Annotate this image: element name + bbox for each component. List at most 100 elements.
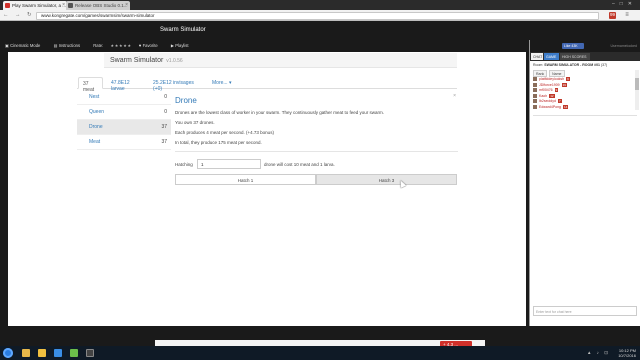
unit-detail-panel: Drone × Drones are the lowest class of w… xyxy=(175,92,458,187)
cinematic-mode-button[interactable]: ▣ Cinematic Mode xyxy=(5,43,46,48)
extension-icon[interactable]: 99 xyxy=(609,12,616,19)
browser-tab-bar: Play Swarm Simulator, a ... × Release OB… xyxy=(0,0,640,10)
unit-name: Drone xyxy=(89,124,103,130)
rating-stars-icon[interactable]: ★★★★★ xyxy=(110,43,131,48)
tab-more[interactable]: More... ▾ xyxy=(208,77,236,89)
browser-tab-label: Play Swarm Simulator, a ... xyxy=(12,2,67,8)
rate-label: Rate: xyxy=(93,43,104,48)
sort-name-button[interactable]: Name xyxy=(549,70,565,77)
browser-menu-icon[interactable]: ≡ xyxy=(622,12,632,19)
game-frame: Swarm Simulator v1.0.56 37 meat 47.8E12 l… xyxy=(8,52,526,326)
level-badge: 9 xyxy=(566,77,570,81)
user-row[interactable]: Edward4Pong 14 xyxy=(533,104,633,111)
instructions-button[interactable]: ▤ Instructions xyxy=(54,43,87,48)
unit-row-nest[interactable]: Nest 0 xyxy=(77,90,171,105)
avatar xyxy=(533,77,537,82)
hatch-cost: drone will cost 10 meat and 1 larva. xyxy=(264,161,335,167)
chrome-taskbar-icon[interactable] xyxy=(22,349,30,357)
unit-row-meat[interactable]: Meat 37 xyxy=(77,135,171,150)
clock-date: 10/7/2016 xyxy=(618,353,636,358)
browser-tab-inactive[interactable]: Release OBS Studio 0.1... × xyxy=(66,1,130,10)
chat-panel: Like 43K Usernamelooked CHAT GAME HIGH S… xyxy=(529,40,640,326)
tab-close-icon[interactable]: × xyxy=(62,2,65,8)
level-badge: 9 xyxy=(554,88,559,92)
sort-rank-button[interactable]: Rank xyxy=(533,70,548,77)
tab-high-scores[interactable]: HIGH SCORES xyxy=(560,53,590,60)
game-name: Swarm Simulator v1.0.56 xyxy=(110,57,183,64)
game-toolbar: ▣ Cinematic Mode ▤ Instructions Rate: ★★… xyxy=(5,43,201,48)
avatar xyxy=(533,104,537,109)
tab-chat[interactable]: CHAT xyxy=(531,53,543,60)
tab-larvae[interactable]: 47.8E12 larvae xyxy=(107,77,147,92)
detail-production: Each produces 4 meat per second. (+4.73 … xyxy=(175,130,274,135)
nav-buttons-icon[interactable]: ← → ↻ xyxy=(3,12,34,18)
browser-tab-label: Release OBS Studio 0.1... xyxy=(75,2,128,8)
scroll-thumb[interactable] xyxy=(635,78,639,90)
unit-name: Meat xyxy=(89,139,101,145)
hatch-quantity-input[interactable]: 1 xyxy=(197,159,261,169)
kongregate-favicon-icon xyxy=(5,3,10,8)
system-tray-icons[interactable]: ▲ ♪ ⊡ xyxy=(587,350,610,356)
playlist-button[interactable]: ▶ Playlist xyxy=(171,43,195,48)
game-header: Swarm Simulator v1.0.56 xyxy=(104,53,457,68)
window-controls[interactable]: –□✕ xyxy=(612,1,637,7)
level-badge: 7 xyxy=(557,99,562,103)
like-bar: Like 43K Usernamelooked xyxy=(530,40,640,52)
room-count: (37) xyxy=(600,63,608,67)
hatch-3-button[interactable]: Hatch 3 xyxy=(316,174,457,185)
sort-buttons: Rank Name xyxy=(533,70,566,77)
taskbar-app-icon[interactable] xyxy=(54,349,62,357)
chat-tabs: CHAT GAME HIGH SCORES xyxy=(530,52,640,61)
os-taskbar: ▲ ♪ ⊡ 10:12 PM 10/7/2016 xyxy=(0,346,640,360)
avatar xyxy=(533,99,537,104)
detail-total: In total, they produce 175 meat per seco… xyxy=(175,140,262,145)
unit-count: 0 xyxy=(164,109,167,115)
room-name[interactable]: SWARM SIMULATOR - ROOM #01 xyxy=(544,63,600,67)
kong-game-title: Swarm Simulator xyxy=(160,27,206,33)
user-link[interactable]: Usernamelooked xyxy=(611,44,637,48)
level-badge: 14 xyxy=(563,104,569,109)
detail-owned: You own 37 drones. xyxy=(175,120,215,125)
browser-tab-active[interactable]: Play Swarm Simulator, a ... × xyxy=(3,1,67,10)
unit-row-drone[interactable]: Drone 37 xyxy=(77,120,171,135)
level-badge: 12 xyxy=(549,93,555,98)
facebook-like-button[interactable]: Like 43K xyxy=(562,43,584,49)
detail-title: Drone xyxy=(175,96,197,105)
divider xyxy=(175,151,458,152)
start-button-icon[interactable] xyxy=(3,348,13,358)
game-version: v1.0.56 xyxy=(166,58,183,64)
hatch-1-button[interactable]: Hatch 1 xyxy=(175,174,316,185)
favorite-button[interactable]: ♥ Favorite xyxy=(139,43,164,48)
hatch-label: Hatching xyxy=(175,161,193,167)
user-list-scrollbar[interactable] xyxy=(635,70,639,110)
url-input[interactable]: www.kongregate.com/games/swarmsim/swarm-… xyxy=(36,11,599,20)
level-badge: 19 xyxy=(561,82,567,87)
unit-count: 0 xyxy=(164,94,167,100)
unit-count: 37 xyxy=(161,124,167,130)
room-info: Room: SWARM SIMULATOR - ROOM #01 (37) xyxy=(533,63,608,67)
avatar xyxy=(533,88,537,93)
unit-row-queen[interactable]: Queen 0 xyxy=(77,105,171,120)
resource-tabs: 37 meat 47.8E12 larvae 25.2E12 invisages… xyxy=(77,77,457,93)
avatar xyxy=(533,93,537,98)
tab-invisages[interactable]: 25.2E12 invisages (+0) xyxy=(149,77,207,92)
unit-list: Nest 0 Queen 0 Drone 37 Meat 37 xyxy=(77,90,171,150)
unit-name: Queen xyxy=(89,109,105,115)
taskbar-app-icon[interactable] xyxy=(70,349,78,357)
clock[interactable]: 10:12 PM 10/7/2016 xyxy=(618,348,636,358)
tab-close-icon[interactable]: × xyxy=(125,2,128,8)
address-bar: ← → ↻ www.kongregate.com/games/swarmsim/… xyxy=(0,10,640,21)
github-favicon-icon xyxy=(68,3,73,8)
avatar xyxy=(533,82,537,87)
obs-icon[interactable] xyxy=(86,349,94,357)
file-explorer-icon[interactable] xyxy=(38,349,46,357)
tab-meat[interactable]: 37 meat xyxy=(78,77,103,93)
tab-game[interactable]: GAME xyxy=(544,53,559,60)
user-list: platfiddeylooksh 9 JDlforce1909 19 mf00476… xyxy=(533,77,633,110)
unit-count: 37 xyxy=(161,139,167,145)
chat-input[interactable]: Enter text for chat here xyxy=(533,306,637,316)
unit-name: Nest xyxy=(89,94,100,100)
close-icon[interactable]: × xyxy=(453,93,456,99)
hatch-row: Hatching 1 drone will cost 10 meat and 1… xyxy=(175,159,458,169)
detail-description: Drones are the lowest class of worker in… xyxy=(175,110,385,115)
